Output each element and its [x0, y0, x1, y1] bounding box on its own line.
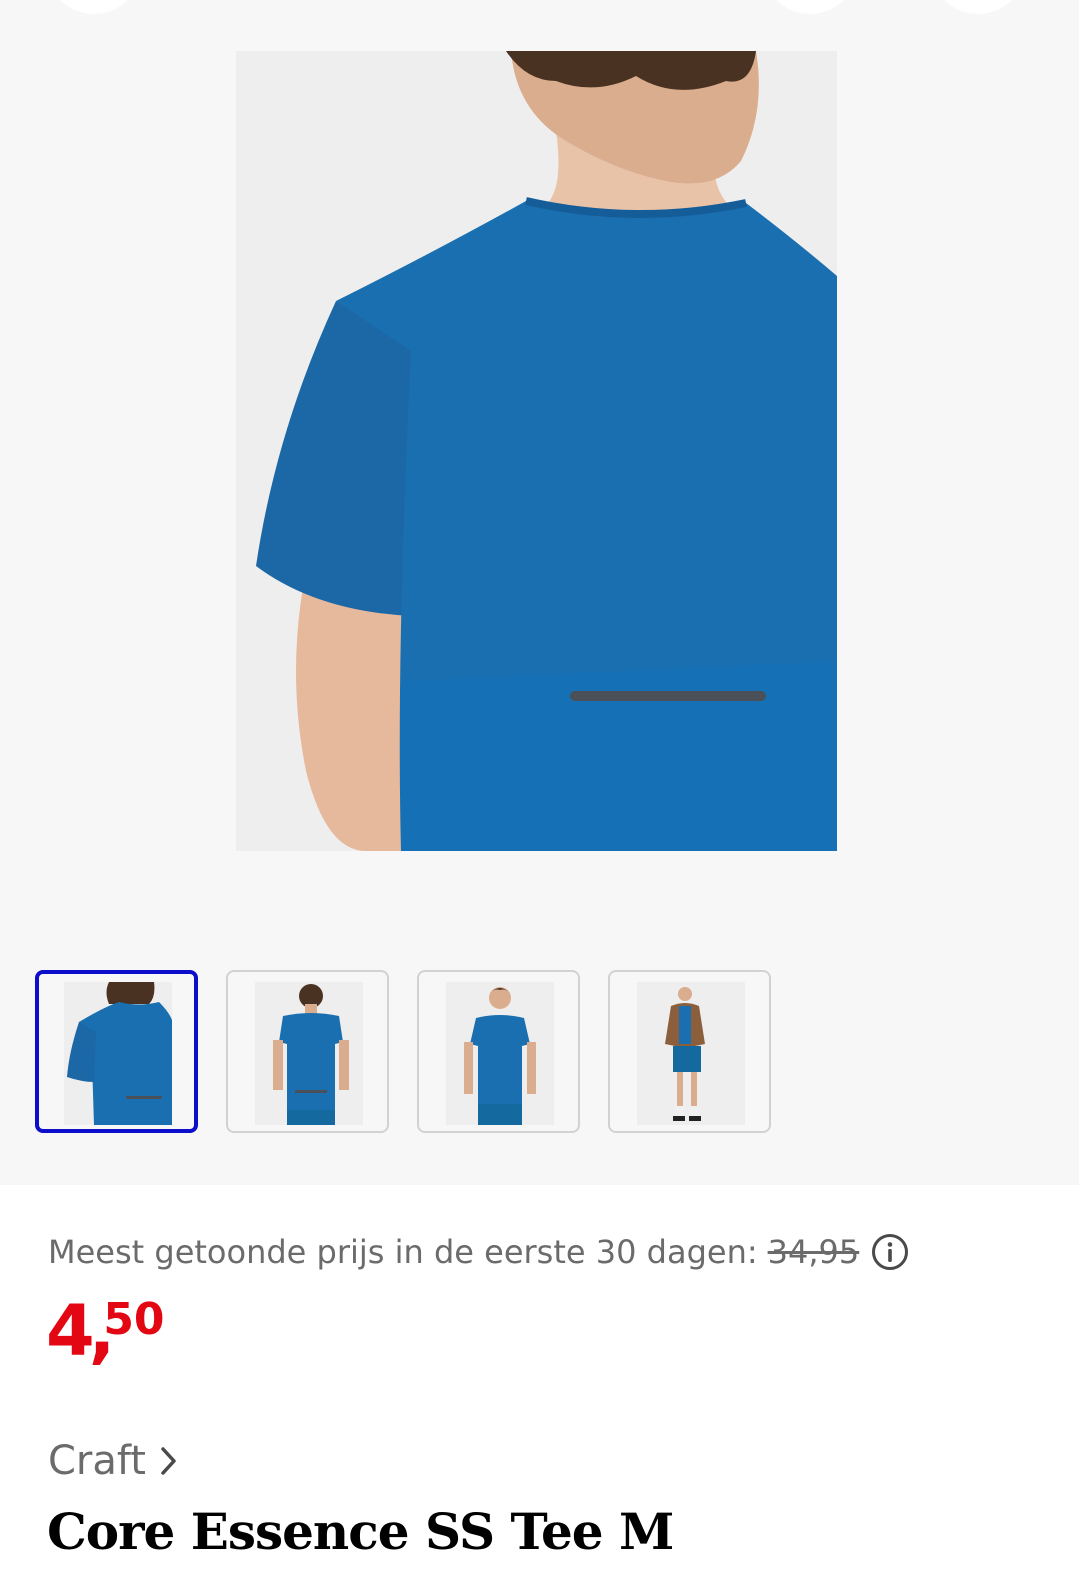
share-button[interactable]: [762, 0, 858, 14]
thumbnail-4[interactable]: [608, 970, 771, 1133]
reference-price-label: Meest getoonde prijs in de eerste 30 dag…: [48, 1233, 758, 1271]
price-cents: 50: [103, 1294, 165, 1345]
favorite-button[interactable]: [930, 0, 1026, 14]
reference-price: Meest getoonde prijs in de eerste 30 dag…: [48, 1231, 909, 1273]
current-price: 4,50: [46, 1296, 165, 1366]
reference-price-value: 34,95: [767, 1233, 860, 1271]
brand-link[interactable]: Craft: [48, 1438, 180, 1484]
info-icon[interactable]: [871, 1233, 909, 1271]
price-euros: 4: [46, 1290, 95, 1372]
thumbnail-1[interactable]: [35, 970, 198, 1133]
brand-name: Craft: [48, 1438, 146, 1484]
product-gallery: [0, 0, 1079, 1185]
back-button[interactable]: [46, 0, 142, 14]
main-product-image[interactable]: [236, 51, 837, 851]
product-title: Core Essence SS Tee M: [47, 1502, 674, 1561]
thumbnail-2[interactable]: [226, 970, 389, 1133]
chevron-right-icon: [161, 1447, 176, 1475]
thumbnail-3[interactable]: [417, 970, 580, 1133]
